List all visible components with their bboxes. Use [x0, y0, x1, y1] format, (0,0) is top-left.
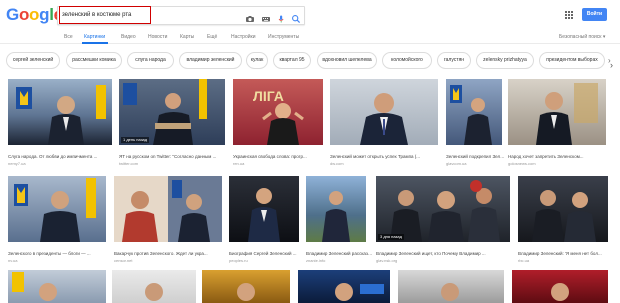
- chevron-right-icon[interactable]: ›: [610, 60, 613, 70]
- image-source: dw.com: [330, 161, 344, 166]
- tab-tools[interactable]: Инструменты: [268, 34, 299, 40]
- chip[interactable]: сергей зеленский: [6, 52, 60, 69]
- image-caption: Народ хочет запретить Зеленском...: [508, 154, 584, 159]
- chip[interactable]: слуга народа: [127, 52, 174, 69]
- safe-search-toggle[interactable]: Безопасный поиск ▾: [559, 34, 605, 40]
- keyboard-icon[interactable]: [261, 11, 271, 22]
- image-thumbnail[interactable]: 3 дня назад: [376, 176, 510, 242]
- image-badge: 1 день назад: [121, 137, 150, 143]
- search-icon[interactable]: [291, 11, 301, 24]
- image-thumbnail[interactable]: [202, 270, 290, 303]
- image-source: censor.net: [114, 258, 133, 263]
- image-thumbnail[interactable]: [330, 79, 438, 145]
- image-source: rbc.ua: [518, 258, 530, 263]
- svg-text:ЛІГА: ЛІГА: [253, 88, 284, 104]
- image-thumbnail[interactable]: [8, 79, 112, 145]
- image-thumbnail[interactable]: [518, 176, 608, 242]
- active-tab-indicator: [82, 42, 108, 44]
- image-thumbnail[interactable]: [8, 176, 106, 242]
- image-thumbnail[interactable]: [8, 270, 106, 303]
- google-logo[interactable]: Google: [6, 5, 63, 25]
- image-thumbnail[interactable]: [112, 270, 196, 303]
- image-caption: ЯТ на русском on Twitter: "Согласно данн…: [119, 154, 217, 159]
- search-tabs: Все Картинки Видео Новости Карты Ещё Нас…: [0, 30, 620, 44]
- image-caption: Слуга народа. От любви до импичмента ...: [8, 154, 98, 159]
- chip[interactable]: коломойского: [382, 52, 432, 69]
- image-thumbnail[interactable]: [298, 270, 390, 303]
- tab-maps[interactable]: Карты: [180, 34, 194, 40]
- image-source: ren.ua: [233, 161, 245, 166]
- tab-news[interactable]: Новости: [148, 34, 167, 40]
- tab-images[interactable]: Картинки: [84, 34, 105, 40]
- image-caption: Биография Сергей Зеленский ...: [229, 251, 297, 256]
- image-thumbnail[interactable]: [229, 176, 299, 242]
- image-caption: Зеленский подкрепил Зеленского ...: [446, 154, 506, 159]
- signin-button[interactable]: Войти: [582, 8, 607, 21]
- image-caption: Зеленский может открыть успех Трампа (..…: [330, 154, 421, 159]
- image-source: twitter.com: [119, 161, 139, 166]
- chip[interactable]: zelensky prizhatyya: [476, 52, 534, 69]
- image-thumbnail[interactable]: [508, 79, 606, 145]
- image-thumbnail[interactable]: [446, 79, 502, 145]
- mic-icon[interactable]: [276, 11, 286, 23]
- camera-icon[interactable]: [245, 11, 255, 22]
- tab-all[interactable]: Все: [64, 34, 73, 40]
- search-input[interactable]: зеленский в костюме рта: [59, 6, 151, 24]
- image-source: peoples.ru: [229, 258, 248, 263]
- image-caption: Украинская свобода слова: прогр...: [233, 154, 307, 159]
- header: Google зеленский в костюме рта Войти: [0, 0, 620, 30]
- image-thumbnail[interactable]: [114, 176, 222, 242]
- image-source: znanie.info: [306, 258, 326, 263]
- image-thumbnail[interactable]: [512, 270, 608, 303]
- image-results: Слуга народа. От любви до импичмента ...…: [0, 76, 620, 303]
- image-caption: Зеленского в президенты — блоги — ...: [8, 251, 91, 256]
- image-badge: 3 дня назад: [378, 234, 404, 240]
- image-source: golosnews.com: [508, 161, 536, 166]
- search-box[interactable]: зеленский в костюме рта: [57, 6, 305, 25]
- image-thumbnail[interactable]: [306, 176, 366, 242]
- image-caption: Владимир Зеленский рассказал, за кого ..…: [306, 251, 374, 256]
- chip[interactable]: квартал 95: [273, 52, 311, 69]
- image-caption: Владимир Зеленский ищет, кто Почему Влад…: [376, 251, 486, 256]
- chip[interactable]: вдохновил шепелева: [317, 52, 377, 69]
- chip[interactable]: кулак: [246, 52, 268, 69]
- image-source: nemy7.ua: [8, 161, 26, 166]
- image-source: glavcom.ua: [446, 161, 467, 166]
- chip[interactable]: галустян: [437, 52, 471, 69]
- image-thumbnail[interactable]: ЛІГА: [233, 79, 323, 145]
- tab-video[interactable]: Видео: [121, 34, 136, 40]
- chip[interactable]: рассмешки комика: [66, 52, 122, 69]
- tab-more[interactable]: Ещё: [207, 34, 217, 40]
- image-source: glav.nsk.org: [376, 258, 398, 263]
- image-thumbnail[interactable]: 1 день назад: [119, 79, 225, 145]
- related-chips: сергей зеленский рассмешки комика слуга …: [0, 52, 620, 70]
- chip[interactable]: владимир зеленский: [179, 52, 242, 69]
- tab-settings[interactable]: Настройки: [231, 34, 256, 40]
- image-thumbnail[interactable]: [398, 270, 504, 303]
- image-source: nv.ua: [8, 258, 18, 263]
- image-caption: Вакарчук против Зеленского. Ждет ли укра…: [114, 251, 208, 256]
- apps-icon[interactable]: [565, 11, 573, 19]
- image-caption: Владимир Зеленский: 'Я меня нет бол...: [518, 251, 602, 256]
- chip[interactable]: президентом выборах: [539, 52, 605, 69]
